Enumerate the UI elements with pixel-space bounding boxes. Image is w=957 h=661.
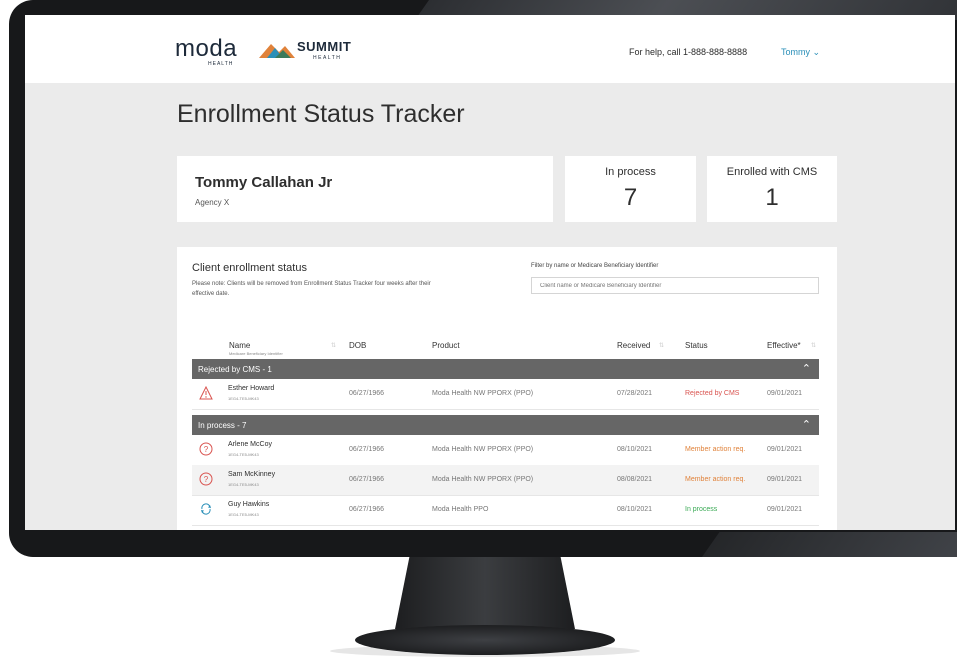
group-rejected[interactable]: Rejected by CMS - 1 ⌃ bbox=[192, 359, 819, 379]
moda-logo: moda bbox=[175, 35, 238, 62]
client-dob: 06/27/1966 bbox=[349, 506, 385, 513]
summit-logo-sub: HEALTH bbox=[313, 55, 342, 61]
group-in-process[interactable]: In process - 7 ⌃ bbox=[192, 415, 819, 435]
client-product: Moda Health NW PPORX (PPO) bbox=[432, 476, 534, 483]
chin-highlight bbox=[698, 532, 957, 557]
sort-icon[interactable]: ⇅ bbox=[811, 342, 816, 349]
question-icon: ? bbox=[199, 442, 213, 456]
client-mbi: 1EG4-TE5-MK43 bbox=[228, 452, 259, 457]
client-dob: 06/27/1966 bbox=[349, 446, 385, 453]
client-dob: 06/27/1966 bbox=[349, 476, 385, 483]
warning-icon bbox=[199, 386, 213, 400]
moda-logo-sub: HEALTH bbox=[208, 61, 234, 67]
enrolled-card: Enrolled with CMS 1 bbox=[707, 156, 837, 222]
table-row[interactable]: Esther Howard 1EG4-TE5-MK43 06/27/1966 M… bbox=[192, 379, 819, 410]
col-name[interactable]: Name bbox=[229, 341, 250, 350]
col-product[interactable]: Product bbox=[432, 341, 460, 350]
stat-label: Enrolled with CMS bbox=[726, 166, 818, 178]
sort-icon[interactable]: ⇅ bbox=[659, 342, 664, 349]
stat-value: 1 bbox=[765, 184, 779, 211]
in-process-card: In process 7 bbox=[565, 156, 696, 222]
user-menu[interactable]: Tommy ⌄ bbox=[781, 47, 820, 58]
client-name: Guy Hawkins bbox=[228, 501, 270, 508]
monitor-base bbox=[355, 625, 615, 655]
client-status: Member action req. bbox=[685, 476, 746, 483]
agency-name: Agency X bbox=[195, 198, 230, 207]
client-received: 08/10/2021 bbox=[617, 506, 653, 513]
client-effective: 09/01/2021 bbox=[767, 476, 803, 483]
group-label: In process - 7 bbox=[198, 421, 247, 430]
client-mbi: 1EG4-TE5-MK43 bbox=[228, 512, 259, 517]
client-effective: 09/01/2021 bbox=[767, 446, 803, 453]
client-product: Moda Health PPO bbox=[432, 506, 489, 513]
table-row[interactable]: ? Sam McKinney 1EG4-TE5-MK43 06/27/1966 … bbox=[192, 465, 819, 496]
filter-label: Filter by name or Medicare Beneficiary I… bbox=[531, 263, 659, 269]
in-process-icon bbox=[201, 503, 211, 515]
filter-input[interactable] bbox=[531, 277, 819, 294]
chevron-up-icon[interactable]: ⌃ bbox=[802, 418, 811, 431]
client-product: Moda Health NW PPORX (PPO) bbox=[432, 446, 534, 453]
client-dob: 06/27/1966 bbox=[349, 390, 385, 397]
chevron-up-icon[interactable]: ⌃ bbox=[802, 362, 811, 375]
client-effective: 09/01/2021 bbox=[767, 506, 803, 513]
summit-logo: SUMMIT bbox=[297, 39, 352, 54]
col-effective[interactable]: Effective* bbox=[767, 341, 801, 350]
client-received: 07/28/2021 bbox=[617, 390, 653, 397]
col-received[interactable]: Received bbox=[617, 341, 650, 350]
table-row[interactable]: Guy Hawkins 1EG4-TE5-MK43 06/27/1966 Mod… bbox=[192, 495, 819, 526]
col-status[interactable]: Status bbox=[685, 341, 708, 350]
svg-text:?: ? bbox=[204, 445, 209, 454]
app-screen: moda HEALTH SUMMIT HEALTH For help, call… bbox=[25, 15, 955, 530]
col-dob[interactable]: DOB bbox=[349, 341, 366, 350]
client-product: Moda Health NW PPORX (PPO) bbox=[432, 390, 534, 397]
table-row[interactable]: ? Arlene McCoy 1EG4-TE5-MK43 06/27/1966 … bbox=[192, 435, 819, 466]
summit-mountain-icon bbox=[259, 44, 295, 58]
panel-note: Please note: Clients will be removed fro… bbox=[192, 281, 431, 297]
client-status: Member action req. bbox=[685, 446, 746, 453]
client-name: Esther Howard bbox=[228, 385, 275, 392]
col-name-sub: Medicare Beneficiary Identifier bbox=[229, 351, 283, 356]
client-mbi: 1EG4-TE5-MK43 bbox=[228, 482, 259, 487]
monitor-stand bbox=[395, 557, 575, 629]
monitor-frame: moda HEALTH SUMMIT HEALTH For help, call… bbox=[9, 0, 957, 557]
sort-icon[interactable]: ⇅ bbox=[331, 342, 336, 349]
agent-card: Tommy Callahan Jr Agency X bbox=[177, 156, 553, 222]
client-status: In process bbox=[685, 506, 718, 513]
client-received: 08/10/2021 bbox=[617, 446, 653, 453]
page-title: Enrollment Status Tracker bbox=[177, 100, 465, 128]
client-effective: 09/01/2021 bbox=[767, 390, 803, 397]
top-bar: moda HEALTH SUMMIT HEALTH For help, call… bbox=[25, 15, 955, 83]
agent-name: Tommy Callahan Jr bbox=[195, 174, 333, 191]
client-status: Rejected by CMS bbox=[685, 390, 740, 397]
client-name: Arlene McCoy bbox=[228, 441, 272, 448]
client-name: Sam McKinney bbox=[228, 471, 276, 478]
client-received: 08/08/2021 bbox=[617, 476, 653, 483]
question-icon: ? bbox=[199, 472, 213, 486]
help-phone: For help, call 1-888-888-8888 bbox=[629, 47, 748, 57]
group-label: Rejected by CMS - 1 bbox=[198, 365, 272, 374]
panel-title: Client enrollment status bbox=[192, 262, 307, 274]
svg-text:?: ? bbox=[204, 475, 209, 484]
stat-value: 7 bbox=[623, 184, 638, 211]
client-mbi: 1EG4-TE5-MK43 bbox=[228, 396, 259, 401]
client-status-panel: Client enrollment status Please note: Cl… bbox=[177, 247, 837, 530]
stat-label: In process bbox=[605, 166, 656, 178]
